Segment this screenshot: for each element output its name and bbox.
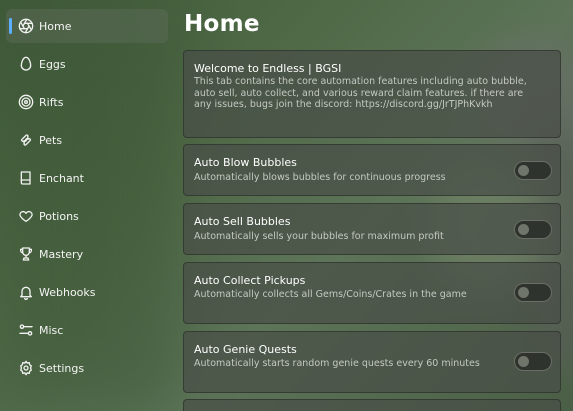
sidebar-item-label: Enchant — [39, 171, 84, 185]
sidebar-item-rifts[interactable]: Rifts — [6, 85, 168, 119]
toggle-title: Auto Blow Bubbles — [194, 156, 297, 169]
active-indicator — [9, 18, 12, 34]
aperture-icon — [18, 18, 34, 34]
auto-collect-toggle[interactable] — [514, 283, 552, 302]
sidebar-item-mastery[interactable]: Mastery — [6, 237, 168, 271]
page-title: Home — [184, 11, 260, 37]
toggle-knob — [518, 165, 529, 176]
egg-icon — [18, 56, 34, 72]
toggle-description: Automatically sells your bubbles for max… — [194, 231, 444, 242]
toggle-card-partial — [183, 399, 561, 411]
sidebar-item-label: Pets — [39, 133, 63, 147]
heart-icon — [18, 208, 34, 224]
sidebar-item-eggs[interactable]: Eggs — [6, 47, 168, 81]
auto-genie-toggle[interactable] — [514, 352, 552, 371]
sidebar-item-pets[interactable]: Pets — [6, 123, 168, 157]
auto-blow-toggle[interactable] — [514, 161, 552, 180]
toggle-description: Automatically collects all Gems/Coins/Cr… — [194, 289, 467, 300]
toggle-description: Automatically blows bubbles for continuo… — [194, 172, 446, 183]
toggle-title: Auto Genie Quests — [194, 343, 297, 356]
sidebar-item-potions[interactable]: Potions — [6, 199, 168, 233]
sliders-icon — [18, 322, 34, 338]
gear-icon — [18, 360, 34, 376]
sidebar-item-label: Eggs — [39, 57, 66, 71]
sidebar-item-enchant[interactable]: Enchant — [6, 161, 168, 195]
welcome-card: Welcome to Endless | BGSI This tab conta… — [183, 50, 561, 138]
toggle-knob — [518, 224, 529, 235]
bell-icon — [18, 284, 34, 300]
toggle-card-auto-collect: Auto Collect Pickups Automatically colle… — [183, 262, 561, 324]
toggle-description: Automatically starts random genie quests… — [194, 358, 480, 369]
toggle-title: Auto Collect Pickups — [194, 274, 306, 287]
toggle-knob — [518, 287, 529, 298]
sidebar-item-label: Rifts — [39, 95, 64, 109]
sidebar-item-label: Misc — [39, 323, 64, 337]
toggle-knob — [518, 356, 529, 367]
sidebar-item-webhooks[interactable]: Webhooks — [6, 275, 168, 309]
sidebar-item-label: Home — [39, 19, 72, 33]
sidebar-item-label: Webhooks — [39, 285, 96, 299]
toggle-card-auto-sell: Auto Sell Bubbles Automatically sells yo… — [183, 203, 561, 255]
sidebar-item-settings[interactable]: Settings — [6, 351, 168, 385]
sidebar-item-label: Settings — [39, 361, 85, 375]
sidebar-item-home[interactable]: Home — [6, 9, 168, 43]
toggle-title: Auto Sell Bubbles — [194, 215, 291, 228]
trophy-icon — [18, 246, 34, 262]
welcome-description: This tab contains the core automation fe… — [194, 76, 527, 110]
sidebar-item-label: Mastery — [39, 247, 84, 261]
book-icon — [18, 170, 34, 186]
sidebar: Home Eggs Rifts Pets Enchant Potions Mas… — [0, 0, 172, 411]
toggle-card-auto-genie: Auto Genie Quests Automatically starts r… — [183, 331, 561, 393]
sidebar-item-misc[interactable]: Misc — [6, 313, 168, 347]
target-icon — [18, 94, 34, 110]
toggle-card-auto-blow: Auto Blow Bubbles Automatically blows bu… — [183, 144, 561, 196]
sidebar-item-label: Potions — [39, 209, 79, 223]
bone-icon — [18, 132, 34, 148]
main-content: Home Welcome to Endless | BGSI This tab … — [183, 0, 573, 411]
welcome-title: Welcome to Endless | BGSI — [194, 62, 342, 75]
auto-sell-toggle[interactable] — [514, 220, 552, 239]
